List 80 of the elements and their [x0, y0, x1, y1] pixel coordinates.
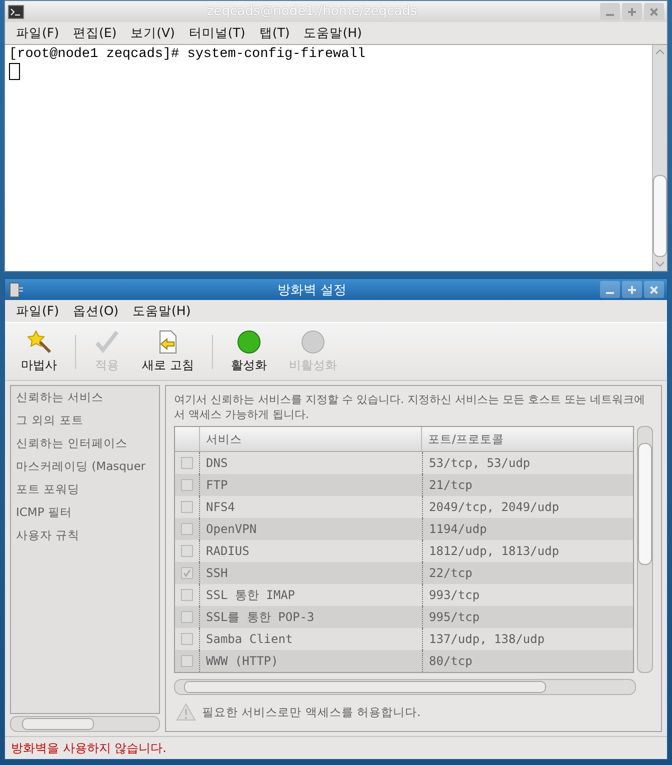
plus-icon [627, 284, 637, 294]
checkbox[interactable] [181, 589, 193, 601]
menu-item[interactable]: 파일(F) [11, 302, 64, 320]
table-cell: FTP [206, 478, 228, 492]
checkbox[interactable] [181, 479, 193, 491]
table-row[interactable]: Samba Client 137/udp, 138/udp [175, 628, 633, 650]
table-row[interactable]: FTP 21/tcp [175, 474, 633, 496]
table-cell: 2049/tcp, 2049/udp [429, 500, 560, 514]
checkbox[interactable] [181, 545, 193, 557]
terminal-icon [8, 4, 24, 18]
checkbox[interactable] [181, 457, 193, 469]
table-cell: 80/tcp [429, 654, 472, 668]
scrollbar[interactable] [652, 45, 667, 271]
maximize-button[interactable] [622, 3, 642, 20]
close-icon [649, 6, 659, 16]
terminal-line: [root@node1 zeqcads]# system-config-firewall [9, 47, 366, 62]
table-cell: 137/udp, 138/udp [429, 632, 545, 646]
window-title: 방화벽 설정 [276, 282, 348, 298]
plus-icon [627, 6, 637, 16]
table-cell: 993/tcp [429, 588, 480, 602]
menu-item[interactable]: 탭(T) [254, 24, 295, 42]
description-text: 여기서 신뢰하는 서비스를 지정할 수 있습니다. 지정하신 서비스는 모든 호스트 또는 네트워크에서 액세스 가능하게 됩니다. [174, 392, 646, 422]
firewall-icon [8, 282, 24, 298]
checkbox[interactable] [181, 523, 193, 535]
table-cell: RADIUS [206, 544, 250, 558]
table-row[interactable]: WWW (HTTP) 80/tcp [175, 650, 633, 672]
table-cell: 995/tcp [429, 610, 480, 624]
minimize-button[interactable] [600, 3, 620, 20]
table-row[interactable]: OpenVPN 1194/udp [175, 518, 633, 540]
table-cell: WWW (HTTP) [206, 654, 278, 668]
table-cell: 53/tcp, 53/udp [429, 456, 530, 470]
checkbox[interactable] [181, 501, 193, 513]
toolbar-button[interactable]: 마법사 [13, 327, 65, 376]
minimize-icon [606, 14, 614, 16]
table-row[interactable]: SSH 22/tcp [175, 562, 633, 584]
table-row[interactable]: NFS4 2049/tcp, 2049/udp [175, 496, 633, 518]
checkbox[interactable] [181, 655, 193, 667]
warning-text: 필요한 서비스로만 액세스를 허용합니다. [202, 704, 421, 720]
warning-icon [176, 703, 196, 721]
table-cell: 22/tcp [429, 566, 472, 580]
close-button[interactable] [644, 3, 664, 20]
status-light-icon [300, 329, 326, 355]
toolbar-button[interactable]: 새로 고침 [134, 327, 202, 376]
toolbar-button[interactable]: 활성화 [222, 327, 275, 376]
table-row[interactable]: RADIUS 1812/udp, 1813/udp [175, 540, 633, 562]
text-cursor [9, 63, 20, 80]
table-cell: NFS4 [206, 500, 235, 514]
checkbox[interactable] [181, 567, 193, 579]
table-cell: 1812/udp, 1813/udp [429, 544, 560, 558]
table-row[interactable]: SSL 통한 IMAP 993/tcp [175, 584, 633, 606]
table-row[interactable]: SSL를 통한 POP-3 995/tcp [175, 606, 633, 628]
table-cell: SSH [206, 566, 228, 580]
table-cell: DNS [206, 456, 228, 470]
menu-item[interactable]: 옵션(O) [68, 302, 124, 320]
table-cell: 21/tcp [429, 478, 472, 492]
status-text: 방화벽을 사용하지 않습니다. [11, 740, 166, 756]
checkmark-icon [94, 329, 120, 355]
minimize-icon [606, 292, 614, 294]
minimize-button[interactable] [600, 281, 620, 298]
close-icon [649, 284, 659, 294]
column-header[interactable]: 포트/프로토콜 [421, 427, 633, 451]
table-cell: OpenVPN [206, 522, 257, 536]
close-button[interactable] [644, 281, 664, 298]
checkbox[interactable] [181, 633, 193, 645]
table-cell: SSL를 통한 POP-3 [206, 608, 314, 626]
checkbox[interactable] [181, 611, 193, 623]
table-row[interactable]: DNS 53/tcp, 53/udp [175, 452, 633, 474]
menu-item[interactable]: 편집(E) [68, 24, 122, 42]
menu-item[interactable]: 보기(V) [126, 24, 180, 42]
menu-item[interactable]: 파일(F) [11, 24, 64, 42]
magic-wand-icon [26, 329, 52, 355]
table-cell: Samba Client [206, 632, 293, 646]
table-cell: SSL 통한 IMAP [206, 586, 296, 604]
menu-item[interactable]: 도움말(H) [128, 302, 196, 320]
menu-item[interactable]: 도움말(H) [298, 24, 367, 42]
maximize-button[interactable] [622, 281, 642, 298]
status-light-icon [236, 329, 262, 355]
table-cell: 1194/udp [429, 522, 487, 536]
menu-item[interactable]: 터미널(T) [184, 24, 250, 42]
column-header[interactable]: 서비스 [199, 427, 421, 451]
